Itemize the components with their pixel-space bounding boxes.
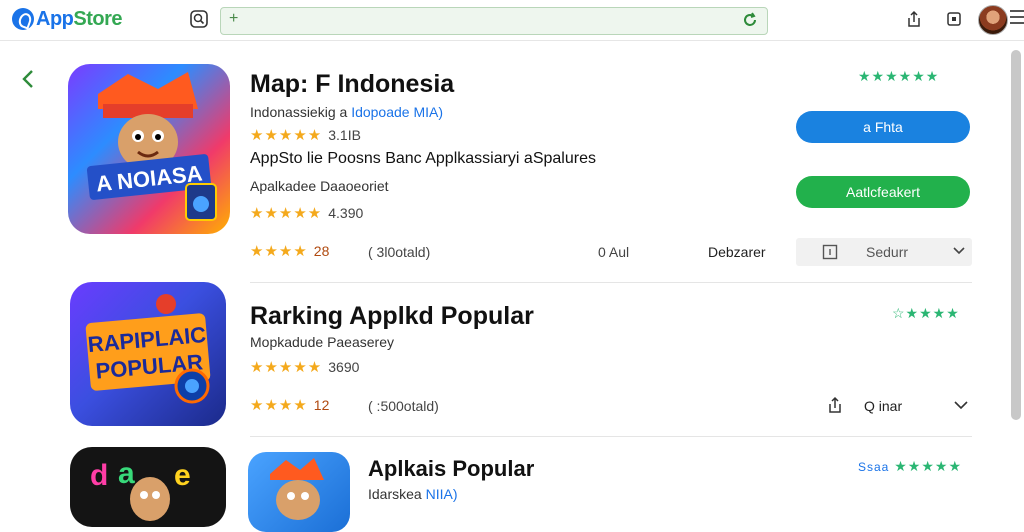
- app-1-footer-dev[interactable]: Debzarer: [708, 244, 766, 260]
- app-1-developer-line: Indonassiekig a Idopoade MIA): [250, 104, 443, 120]
- logo-mark-icon: [12, 8, 34, 30]
- app-1-rating-2: ★★★★★ 4.390: [250, 204, 363, 222]
- divider: [250, 436, 972, 437]
- app-2-developer-extra: Paeaserey: [327, 334, 394, 350]
- app-1-category-line: Apalkadee Daaoeoriet: [250, 178, 389, 194]
- app-1-secondary-button[interactable]: Aatlcfeakert: [796, 176, 970, 208]
- app-3-developer-line: Idarskea NIIA): [368, 486, 457, 502]
- app-1-rating-2-value: 4.390: [328, 205, 364, 221]
- app-1-sort-dropdown[interactable]: Sedurr: [796, 238, 972, 266]
- search-bar[interactable]: +: [220, 7, 768, 35]
- app-2-footer-stars: ★★★★: [250, 397, 308, 414]
- app-2-share-icon[interactable]: [824, 394, 846, 416]
- app-1-description: AppSto lie Poosns Banc Applkassiaryi aSp…: [250, 150, 596, 167]
- app-1-primary-button[interactable]: a Fhta: [796, 111, 970, 143]
- tab-icon[interactable]: [943, 8, 965, 30]
- search-input[interactable]: [247, 11, 731, 31]
- app-2-rating-value: 3690: [328, 359, 360, 375]
- share-icon[interactable]: [903, 8, 925, 30]
- calendar-icon: [822, 244, 838, 265]
- app-1-footer-rating: ★★★★ 28: [250, 242, 329, 260]
- app-1-rating-stars: ★★★★★: [250, 127, 323, 144]
- svg-text:a: a: [118, 457, 135, 490]
- app-2-right-stars: ☆★★★★: [892, 305, 960, 321]
- back-chevron-icon[interactable]: [20, 68, 40, 92]
- app-3-right-stars-glyphs: ★★★★★: [894, 458, 963, 474]
- app-1-right-stars: ★★★★★★: [858, 68, 940, 84]
- app-2-footer-rating: ★★★★ 12: [250, 396, 329, 414]
- app-1-category: Apalkadee: [250, 178, 317, 194]
- app-1-rating: ★★★★★ 3.1IB: [250, 126, 361, 144]
- app-2-icon[interactable]: RAPIPLAIC POPULAR: [70, 282, 226, 426]
- app-1-rating-2-stars: ★★★★★: [250, 205, 323, 222]
- scrollbar[interactable]: [1011, 50, 1021, 420]
- app-3-developer: Idarskea: [368, 486, 422, 502]
- app-store-logo[interactable]: AppStore: [12, 4, 123, 34]
- app-2-share-label[interactable]: Q inar: [864, 398, 902, 414]
- logo-text-b: Store: [73, 7, 123, 30]
- app-1-footer-count: 28: [313, 243, 330, 259]
- user-avatar[interactable]: [978, 5, 1008, 35]
- app-1-footer-age: 0 Aul: [598, 244, 630, 260]
- app-1-category-extra: Daaoeoriet: [320, 178, 389, 194]
- app-2-rating-stars: ★★★★★: [250, 359, 323, 376]
- app-3-icon[interactable]: d a e: [70, 447, 226, 527]
- app-3-secondary-icon[interactable]: [248, 452, 350, 532]
- app-2-title[interactable]: Rarking Applkd Popular: [250, 302, 534, 331]
- app-1-developer: Indonassiekig a: [250, 104, 348, 120]
- app-2-footer-reviews: ( :500otald): [368, 398, 439, 414]
- app-2-chevron-down-icon[interactable]: [950, 394, 972, 416]
- app-1-developer-link[interactable]: Idopoade MIA): [351, 104, 443, 120]
- app-2-developer-line: Mopkadude Paeaserey: [250, 334, 394, 350]
- app-3-right-stars: Ssaa ★★★★★: [858, 458, 962, 475]
- plus-icon[interactable]: +: [229, 10, 238, 28]
- refresh-icon[interactable]: [741, 11, 759, 29]
- app-1-footer-reviews: ( 3l0otald): [368, 244, 431, 260]
- app-3-right-lead: Ssaa: [858, 460, 890, 474]
- app-2-developer: Mopkadude: [250, 334, 324, 350]
- app-1-icon[interactable]: A NOIASA: [68, 64, 230, 234]
- app-2-rating: ★★★★★ 3690: [250, 358, 359, 376]
- menu-icon[interactable]: [1010, 10, 1024, 26]
- app-3-title[interactable]: Aplkais Popular: [368, 456, 534, 482]
- app-1-rating-value: 3.1IB: [328, 127, 361, 143]
- app-1-title[interactable]: Map: F Indonesia: [250, 70, 454, 99]
- app-1-footer-stars: ★★★★: [250, 243, 308, 260]
- top-bar: AppStore +: [0, 0, 1024, 41]
- svg-text:d: d: [90, 459, 108, 492]
- logo-text-a: App: [36, 7, 74, 30]
- app-3-developer-link[interactable]: NIIA): [426, 486, 458, 502]
- svg-text:e: e: [174, 459, 191, 492]
- chevron-down-icon: [952, 244, 966, 263]
- logo-text: AppStore: [36, 7, 123, 31]
- app-1-dropdown-label: Sedurr: [866, 244, 909, 260]
- app-2-footer-count: 12: [313, 397, 330, 413]
- zoom-icon[interactable]: [188, 8, 210, 30]
- divider: [250, 282, 972, 283]
